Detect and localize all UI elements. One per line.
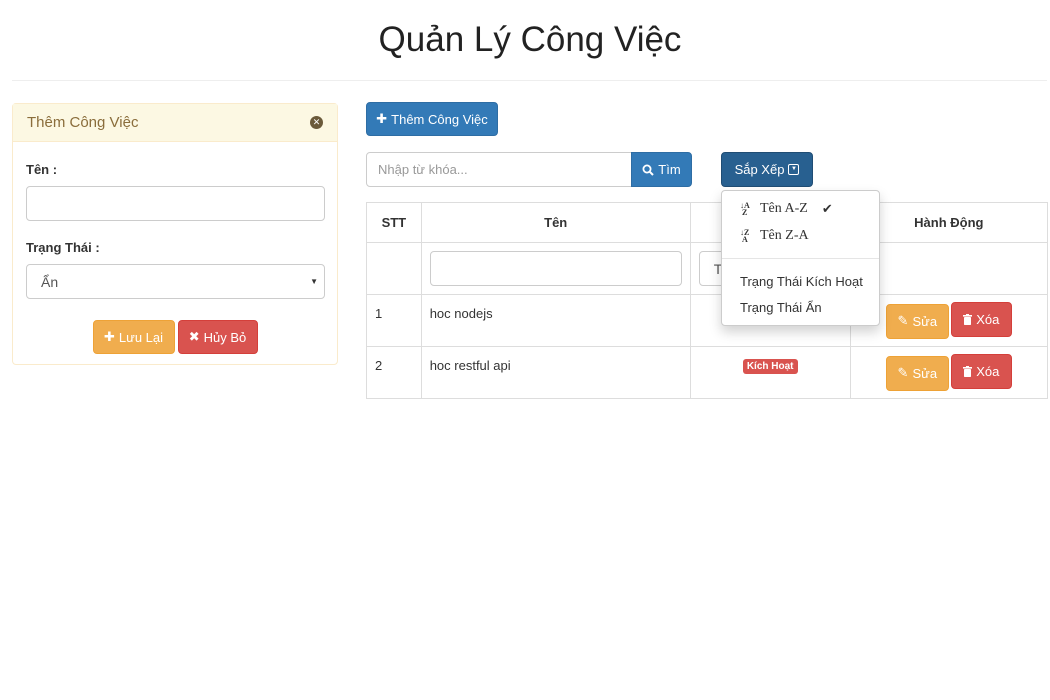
edit-button-label: Sửa	[912, 365, 938, 381]
table-header-row: STT Tên Trạng Thái Hành Động	[366, 202, 1049, 243]
delete-button[interactable]: Xóa	[950, 354, 1012, 390]
cancel-button[interactable]: ✖ Hủy Bỏ	[177, 320, 258, 354]
save-button-label: Lưu Lại	[118, 329, 164, 345]
header-name: Tên	[420, 202, 691, 243]
panel-body: Tên : Trạng Thái : Ẩn ▼ ✚ Lưu Lại ✖ Hủy …	[13, 162, 337, 354]
add-task-button[interactable]: ✚ Thêm Công Việc	[366, 102, 498, 136]
dropdown-divider	[722, 258, 879, 259]
search-input[interactable]: Nhập từ khóa...	[366, 152, 632, 187]
task-table: STT Tên Trạng Thái Hành Động Tất Cả 1 ho…	[366, 202, 1049, 399]
search-button[interactable]: Tìm	[631, 152, 692, 187]
name-input[interactable]	[26, 186, 325, 221]
sort-button[interactable]: Sắp Xếp ▼	[721, 152, 813, 187]
search-button-label: Tìm	[658, 162, 681, 177]
row-actions: ✎ Sửa Xóa	[849, 346, 1049, 399]
sort-dropdown-menu: ↓A Z Tên A-Z ✔ ↓Z A Tên Z-A Trạng Thái K…	[721, 190, 880, 326]
cancel-button-label: Hủy Bỏ	[203, 329, 247, 345]
edit-button[interactable]: ✎ Sửa	[885, 355, 949, 391]
sort-option-label: Tên Z-A	[760, 228, 809, 243]
filter-name-cell	[420, 242, 691, 295]
sort-option-name-asc[interactable]: ↓A Z Tên A-Z ✔	[740, 201, 833, 217]
header-stt: STT	[366, 202, 422, 243]
sort-option-label: Tên A-Z	[760, 201, 808, 216]
plus-icon: ✚	[103, 329, 115, 344]
status-select-value: Ẩn	[41, 273, 59, 290]
row-status-cell: Kích Hoạt	[689, 346, 851, 399]
edit-button[interactable]: ✎ Sửa	[885, 303, 949, 339]
add-task-panel: Thêm Công Việc ✕ Tên : Trạng Thái : Ẩn ▼…	[12, 103, 338, 365]
delete-button-label: Xóa	[976, 312, 1000, 328]
table-row: 1 hoc nodejs ✎ Sửa Xóa	[366, 294, 1049, 347]
table-row: 2 hoc restful api Kích Hoạt ✎ Sửa Xóa	[366, 346, 1049, 399]
row-stt: 1	[375, 306, 383, 321]
search-icon	[642, 164, 655, 176]
delete-button[interactable]: Xóa	[950, 302, 1012, 338]
panel-title: Thêm Công Việc	[27, 114, 139, 131]
trash-icon	[963, 366, 973, 378]
sort-alpha-asc-icon: ↓A Z	[740, 201, 750, 217]
add-task-label: Thêm Công Việc	[391, 111, 488, 127]
page-title: Quản Lý Công Việc	[378, 20, 682, 59]
plus-icon: ✚	[376, 111, 388, 126]
pencil-icon: ✎	[897, 365, 909, 381]
status-badge[interactable]: Kích Hoạt	[742, 359, 798, 374]
filter-row: Tất Cả	[366, 242, 1049, 295]
form-actions: ✚ Lưu Lại ✖ Hủy Bỏ	[26, 320, 324, 354]
row-name: hoc restful api	[429, 358, 511, 373]
panel-heading: Thêm Công Việc ✕	[13, 104, 337, 142]
trash-icon	[963, 314, 973, 326]
caret-down-icon: ▼	[310, 277, 318, 286]
times-icon: ✖	[188, 329, 200, 344]
status-select[interactable]: Ẩn ▼	[26, 264, 325, 299]
title-divider	[12, 80, 1047, 81]
sort-button-label: Sắp Xếp	[734, 162, 785, 177]
status-label: Trạng Thái :	[26, 240, 100, 255]
row-name: hoc nodejs	[429, 306, 493, 321]
save-button[interactable]: ✚ Lưu Lại	[92, 320, 175, 354]
check-icon: ✔	[821, 201, 833, 216]
delete-button-label: Xóa	[976, 364, 1000, 380]
sort-option-status-active[interactable]: Trạng Thái Kích Hoạt	[740, 274, 863, 289]
caret-square-down-icon: ▼	[788, 164, 800, 175]
filter-name-input[interactable]	[429, 251, 682, 286]
edit-button-label: Sửa	[912, 313, 938, 329]
filter-stt-cell	[366, 242, 422, 295]
sort-alpha-desc-icon: ↓Z A	[740, 228, 750, 244]
sort-option-status-hidden[interactable]: Trạng Thái Ẩn	[740, 300, 822, 315]
row-stt: 2	[375, 358, 383, 373]
name-label: Tên :	[26, 162, 58, 177]
pencil-icon: ✎	[897, 313, 909, 329]
sort-option-name-desc[interactable]: ↓Z A Tên Z-A	[740, 228, 809, 244]
close-icon[interactable]: ✕	[310, 116, 323, 129]
